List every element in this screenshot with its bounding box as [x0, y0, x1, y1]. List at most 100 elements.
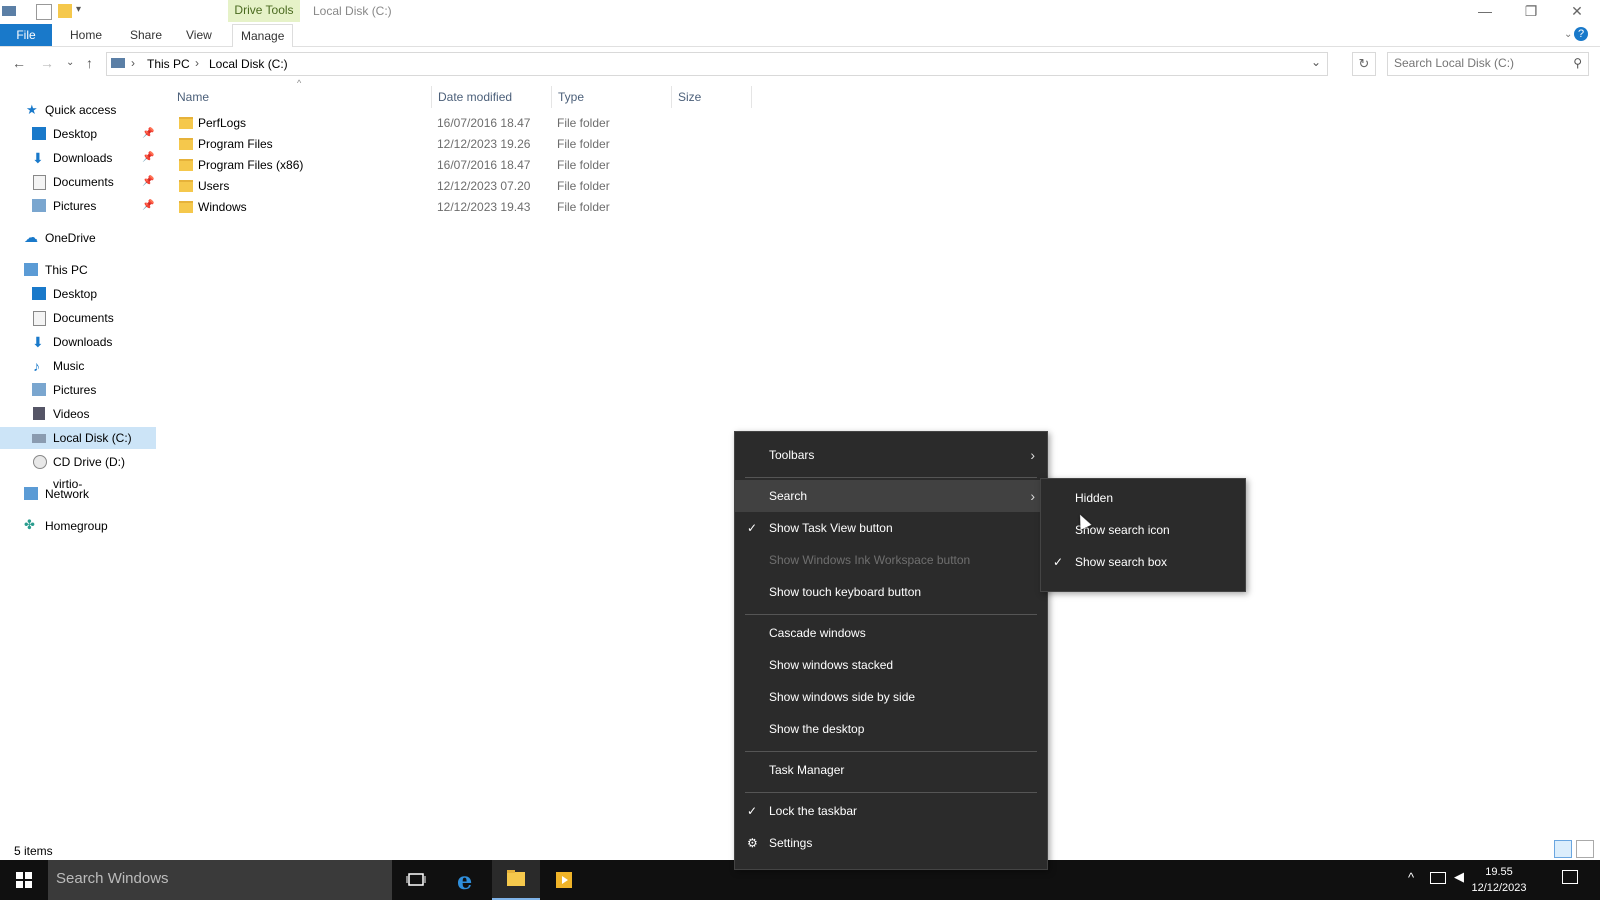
file-row[interactable]: PerfLogs 16/07/2016 18.47 File folder [172, 113, 752, 134]
start-button[interactable] [0, 860, 48, 900]
menu-item-cascade-windows[interactable]: Cascade windows [735, 617, 1047, 649]
task-view-button[interactable] [392, 860, 440, 900]
checkmark-icon: ✓ [1053, 555, 1064, 569]
nav-pc-music[interactable]: ♪ Music [0, 355, 156, 377]
file-row[interactable]: Windows 12/12/2023 19.43 File folder [172, 197, 752, 218]
tab-manage[interactable]: Manage [232, 24, 294, 47]
menu-item-lock-taskbar[interactable]: ✓ Lock the taskbar [735, 795, 1047, 827]
help-icon[interactable]: ? [1574, 27, 1588, 41]
nav-pc-cd-drive[interactable]: CD Drive (D:) virtio- [0, 451, 156, 491]
nav-quick-access[interactable]: ★ Quick access [0, 99, 156, 121]
checkmark-icon: ✓ [747, 521, 758, 535]
search-icon[interactable]: ⚲ [1573, 56, 1582, 70]
tab-file[interactable]: File [0, 24, 52, 46]
breadcrumb-local-disk[interactable]: Local Disk (C:) [209, 57, 288, 71]
back-arrow-icon[interactable]: ← [12, 55, 26, 71]
tab-share[interactable]: Share [122, 24, 170, 46]
menu-item-show-windows-stacked[interactable]: Show windows stacked [735, 649, 1047, 681]
column-header-date[interactable]: Date modified [438, 86, 512, 108]
nav-pc-pictures[interactable]: Pictures [0, 379, 156, 401]
nav-qa-desktop[interactable]: Desktop 📌 [0, 123, 156, 145]
documents-icon [33, 311, 46, 326]
column-divider[interactable] [431, 86, 432, 108]
pin-icon[interactable]: 📌 [142, 195, 154, 217]
nav-pc-desktop[interactable]: Desktop [0, 283, 156, 305]
music-note-icon: ♪ [33, 358, 40, 374]
status-item-count: 5 items [14, 844, 53, 858]
file-row[interactable]: Program Files 12/12/2023 19.26 File fold… [172, 134, 752, 155]
window-title: Local Disk (C:) [313, 4, 392, 18]
submenu-item-show-search-box[interactable]: ✓ Show search box [1041, 546, 1245, 578]
menu-item-task-manager[interactable]: Task Manager [735, 754, 1047, 786]
menu-item-show-task-view[interactable]: ✓ Show Task View button [735, 512, 1047, 544]
chevron-up-icon[interactable]: ^ [1408, 870, 1414, 885]
column-divider[interactable] [551, 86, 552, 108]
nav-qa-pictures[interactable]: Pictures 📌 [0, 195, 156, 217]
refresh-icon[interactable]: ↻ [1352, 52, 1376, 76]
nav-network[interactable]: Network [0, 483, 156, 505]
submenu-item-hidden[interactable]: Hidden [1041, 482, 1245, 514]
breadcrumb-this-pc[interactable]: This PC [147, 57, 190, 71]
nav-pc-documents[interactable]: Documents [0, 307, 156, 329]
pin-icon[interactable]: 📌 [142, 123, 154, 145]
pin-icon[interactable]: 📌 [142, 171, 154, 193]
nav-pc-videos[interactable]: Videos [0, 403, 156, 425]
nav-qa-documents[interactable]: Documents 📌 [0, 171, 156, 193]
media-player-icon [556, 872, 572, 888]
menu-separator [745, 751, 1037, 752]
action-center-icon[interactable] [1562, 870, 1578, 884]
forward-arrow-icon[interactable]: → [40, 55, 54, 71]
pc-icon [111, 58, 125, 68]
menu-item-search[interactable]: Search › [735, 480, 1047, 512]
clock-date: 12/12/2023 [1471, 882, 1527, 894]
customize-chevron-icon[interactable]: ▾ [76, 4, 90, 18]
internet-explorer-button[interactable]: e [442, 860, 490, 900]
tab-view[interactable]: View [178, 24, 220, 46]
nav-homegroup[interactable]: ✤ Homegroup [0, 515, 156, 537]
address-bar[interactable]: › This PC › Local Disk (C:) ⌄ [106, 52, 1328, 76]
menu-item-show-windows-side-by-side[interactable]: Show windows side by side [735, 681, 1047, 713]
folder-icon [179, 180, 193, 192]
nav-pc-downloads[interactable]: ⬇ Downloads [0, 331, 156, 353]
nav-this-pc[interactable]: This PC [0, 259, 156, 281]
nav-qa-downloads[interactable]: ⬇ Downloads 📌 [0, 147, 156, 169]
nav-onedrive[interactable]: ☁ OneDrive [0, 227, 156, 249]
cd-drive-icon [33, 455, 47, 469]
column-divider[interactable] [751, 86, 752, 108]
tab-home[interactable]: Home [62, 24, 110, 46]
new-folder-icon[interactable] [58, 4, 72, 18]
file-row[interactable]: Users 12/12/2023 07.20 File folder [172, 176, 752, 197]
search-input[interactable] [1388, 53, 1564, 73]
minimize-button[interactable]: — [1462, 0, 1508, 24]
svg-text:e: e [457, 866, 472, 895]
details-view-icon[interactable] [1554, 840, 1572, 858]
properties-icon[interactable] [36, 4, 52, 20]
pin-icon[interactable]: 📌 [142, 147, 154, 169]
large-icons-view-icon[interactable] [1576, 840, 1594, 858]
taskbar-clock[interactable]: 19.55 12/12/2023 [1464, 864, 1534, 896]
column-header-type[interactable]: Type [558, 86, 584, 108]
media-app-button[interactable] [540, 860, 588, 900]
volume-muted-icon[interactable]: ◀ [1454, 869, 1464, 885]
menu-item-settings[interactable]: ⚙ Settings [735, 827, 1047, 859]
nav-pc-local-disk[interactable]: Local Disk (C:) [0, 427, 156, 449]
address-dropdown-icon[interactable]: ⌄ [1311, 55, 1321, 69]
menu-item-toolbars[interactable]: Toolbars › [735, 439, 1047, 471]
column-divider[interactable] [671, 86, 672, 108]
file-row[interactable]: Program Files (x86) 16/07/2016 18.47 Fil… [172, 155, 752, 176]
taskbar-search-box[interactable]: Search Windows [48, 860, 392, 900]
recent-locations-chevron-icon[interactable]: ⌄ [66, 57, 74, 68]
menu-item-show-touch-keyboard[interactable]: Show touch keyboard button [735, 576, 1047, 608]
submenu-item-show-search-icon[interactable]: Show search icon [1041, 514, 1245, 546]
taskbar-search-placeholder: Search Windows [56, 870, 169, 887]
file-explorer-button[interactable] [492, 860, 540, 900]
menu-item-show-desktop[interactable]: Show the desktop [735, 713, 1047, 745]
network-tray-icon[interactable] [1430, 872, 1446, 884]
close-button[interactable]: ✕ [1554, 0, 1600, 24]
search-box[interactable]: ⚲ [1387, 52, 1589, 76]
column-header-name[interactable]: Name [177, 86, 209, 108]
column-header-size[interactable]: Size [678, 86, 701, 108]
up-arrow-icon[interactable]: ↑ [86, 55, 93, 71]
documents-icon [33, 175, 46, 190]
maximize-button[interactable]: ❐ [1508, 0, 1554, 24]
